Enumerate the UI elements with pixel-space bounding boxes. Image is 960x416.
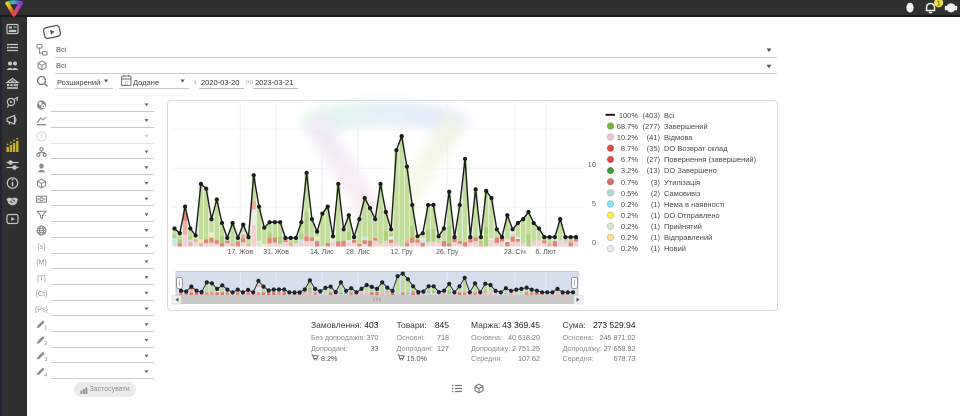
- svg-text:4: 4: [44, 373, 47, 379]
- svg-text:17: 17: [124, 80, 129, 85]
- svg-text:{s}: {s}: [37, 242, 46, 251]
- svg-text:{T}: {T}: [37, 273, 47, 282]
- svg-text:{Ps}: {Ps}: [35, 305, 49, 314]
- svg-text:3: 3: [44, 357, 47, 363]
- svg-text:{Ct}: {Ct}: [36, 289, 49, 298]
- svg-text:{M}: {M}: [36, 258, 47, 267]
- svg-text:1: 1: [44, 325, 47, 331]
- svg-text:2: 2: [44, 341, 47, 347]
- svg-text:?: ?: [40, 134, 44, 141]
